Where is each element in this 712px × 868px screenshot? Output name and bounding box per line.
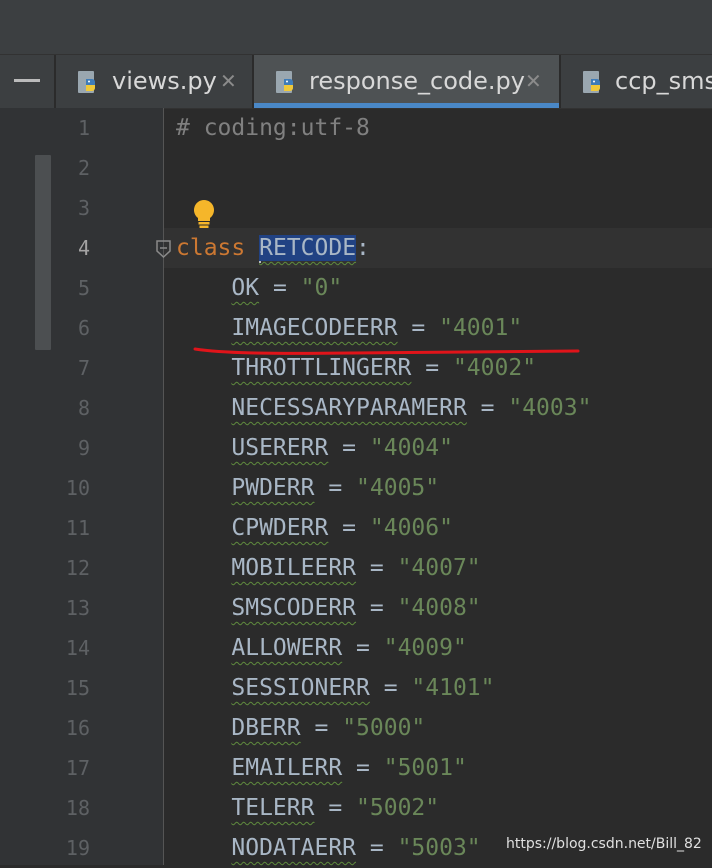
code-line[interactable]: ALLOWERR = "4009" <box>176 628 467 668</box>
code-identifier: OK <box>231 275 260 301</box>
fold-marker-icon[interactable] <box>155 240 172 258</box>
code-identifier: IMAGECODEERR <box>231 315 398 341</box>
tab-response-code-py[interactable]: response_code.py ✕ <box>254 55 559 108</box>
close-icon[interactable]: ✕ <box>525 69 542 93</box>
code-line[interactable]: TELERR = "5002" <box>176 788 439 828</box>
lightbulb-icon[interactable] <box>191 198 217 230</box>
line-number: 12 <box>65 556 90 580</box>
python-file-icon <box>583 71 600 93</box>
code-string: "4007" <box>397 555 481 581</box>
code-line[interactable]: EMAILERR = "5001" <box>176 748 467 788</box>
watermark: https://blog.csdn.net/Bill_82 <box>506 836 702 852</box>
title-bar <box>0 0 712 55</box>
line-number: 13 <box>65 596 90 620</box>
code-comment: # coding:utf-8 <box>176 115 370 141</box>
code-string: "4009" <box>383 635 467 661</box>
line-number: 1 <box>77 116 90 140</box>
code-string: "0" <box>300 275 343 301</box>
code-string: "4006" <box>369 515 453 541</box>
code-string: "4004" <box>369 435 453 461</box>
python-file-icon <box>78 71 95 93</box>
red-annotation-underline <box>193 347 580 355</box>
code-string: "4008" <box>397 595 481 621</box>
code-line[interactable]: SMSCODERR = "4008" <box>176 588 481 628</box>
code-string: "5002" <box>356 795 440 821</box>
python-file-icon <box>276 71 293 93</box>
tab-ccp-sms[interactable]: ccp_sms. <box>561 55 712 108</box>
code-line[interactable]: NODATAERR = "5003" <box>176 828 481 868</box>
line-number: 15 <box>65 676 90 700</box>
tab-label: ccp_sms. <box>615 67 712 95</box>
code-identifier: ALLOWERR <box>231 635 343 661</box>
code-string: "4005" <box>356 475 440 501</box>
code-identifier: USERERR <box>231 435 329 461</box>
code-line[interactable]: CPWDERR = "4006" <box>176 508 453 548</box>
code-line[interactable]: PWDERR = "4005" <box>176 468 439 508</box>
line-number: 4 <box>77 236 90 260</box>
tab-label: response_code.py <box>309 67 525 95</box>
code-keyword: class <box>176 235 246 261</box>
code-line[interactable]: SESSIONERR = "4101" <box>176 668 495 708</box>
line-number: 8 <box>77 396 90 420</box>
code-identifier: PWDERR <box>231 475 315 501</box>
code-string: "5003" <box>397 835 481 861</box>
line-number: 14 <box>65 636 90 660</box>
code-string: "4101" <box>411 675 495 701</box>
line-number: 17 <box>65 756 90 780</box>
code-line[interactable]: OK = "0" <box>176 268 342 308</box>
code-identifier: SMSCODERR <box>231 595 357 621</box>
code-punctuation: : <box>356 235 370 261</box>
code-line[interactable]: DBERR = "5000" <box>176 708 425 748</box>
code-string: "5001" <box>383 755 467 781</box>
gutter-separator <box>163 108 164 865</box>
line-number: 2 <box>77 156 90 180</box>
code-line[interactable]: class RETCODE: <box>176 228 370 268</box>
code-identifier: DBERR <box>231 715 301 741</box>
line-number: 19 <box>65 836 90 860</box>
line-number: 6 <box>77 316 90 340</box>
code-string: "4001" <box>439 315 523 341</box>
code-identifier: NECESSARYPARAMERR <box>231 395 467 421</box>
code-identifier: EMAILERR <box>231 755 343 781</box>
close-icon[interactable]: ✕ <box>220 69 237 93</box>
line-number: 11 <box>65 516 90 540</box>
code-line[interactable]: NECESSARYPARAMERR = "4003" <box>176 388 591 428</box>
line-number: 16 <box>65 716 90 740</box>
line-number: 7 <box>77 356 90 380</box>
code-line[interactable]: MOBILEERR = "4007" <box>176 548 481 588</box>
code-line[interactable]: USERERR = "4004" <box>176 428 453 468</box>
code-line[interactable]: # coding:utf-8 <box>176 108 370 148</box>
editor-tab-bar: views.py ✕ response_code.py ✕ ccp_sms. <box>0 55 712 109</box>
collapse-icon[interactable] <box>14 79 40 82</box>
code-string: "5000" <box>342 715 426 741</box>
line-number: 18 <box>65 796 90 820</box>
line-number: 9 <box>77 436 90 460</box>
line-number: 3 <box>77 196 90 220</box>
code-identifier: MOBILEERR <box>231 555 357 581</box>
code-string: "4003" <box>508 395 592 421</box>
code-identifier: CPWDERR <box>231 515 329 541</box>
code-identifier: NODATAERR <box>231 835 357 861</box>
code-class-name: RETCODE <box>259 235 357 261</box>
tab-label: views.py <box>112 67 217 95</box>
code-identifier: SESSIONERR <box>231 675 370 701</box>
line-number: 5 <box>77 276 90 300</box>
line-number: 10 <box>65 476 90 500</box>
tab-views-py[interactable]: views.py ✕ <box>56 55 252 108</box>
code-identifier: TELERR <box>231 795 315 821</box>
